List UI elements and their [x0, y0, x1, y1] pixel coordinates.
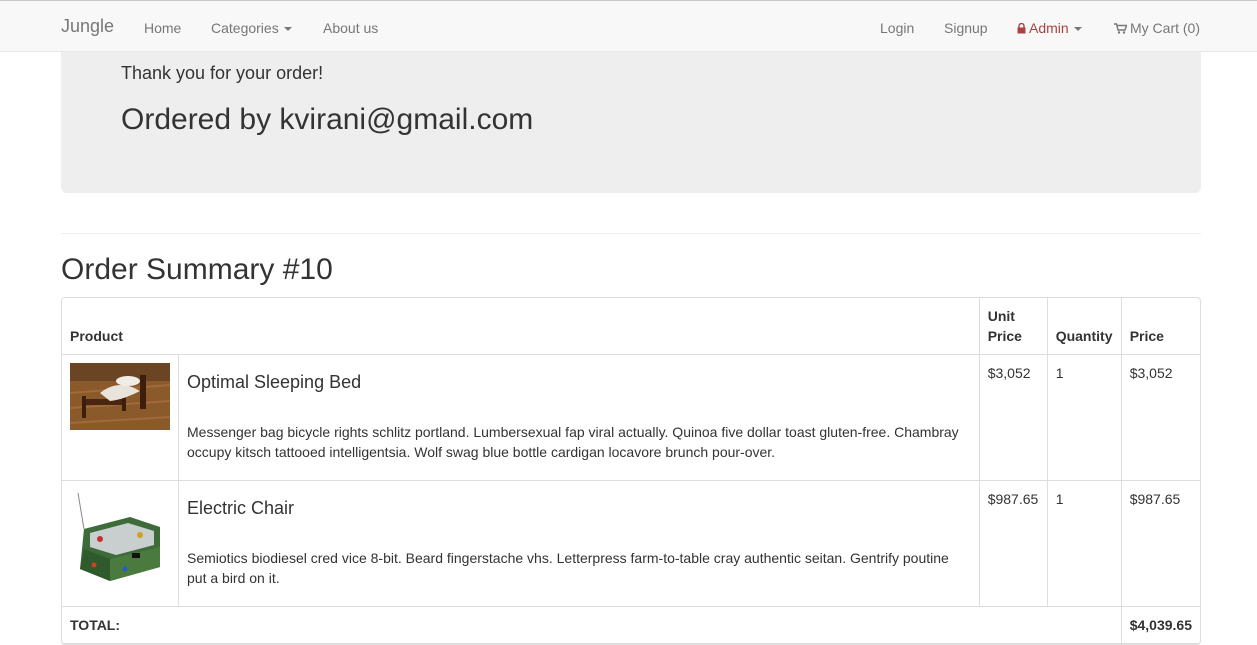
price-cell: $987.65	[1121, 481, 1200, 607]
nav-cart[interactable]: My Cart (0)	[1114, 18, 1200, 38]
product-info-cell: Electric Chair Semiotics biodiesel cred …	[179, 481, 980, 607]
divider	[61, 233, 1201, 234]
brand-link[interactable]: Jungle	[61, 16, 114, 36]
header-unit-price: Unit Price	[979, 298, 1048, 355]
total-label: TOTAL:	[62, 607, 1122, 644]
price-cell: $3,052	[1121, 355, 1200, 481]
table-row: Optimal Sleeping Bed Messenger bag bicyc…	[62, 355, 1200, 481]
navbar: Jungle Home Categories About us Login Si…	[0, 0, 1257, 52]
unit-price-cell: $3,052	[979, 355, 1048, 481]
unit-price-cell: $987.65	[979, 481, 1048, 607]
nav-admin-dropdown[interactable]: Admin	[1017, 18, 1082, 38]
product-image-cell	[62, 355, 179, 481]
total-value: $4,039.65	[1121, 607, 1200, 644]
nav-categories-label: Categories	[211, 20, 279, 36]
caret-down-icon	[1073, 27, 1082, 32]
product-name: Optimal Sleeping Bed	[187, 372, 362, 392]
thank-you-message: Thank you for your order!	[121, 63, 324, 83]
nav-home[interactable]: Home	[144, 18, 181, 38]
product-description: Messenger bag bicycle rights schlitz por…	[187, 424, 959, 460]
header-quantity: Quantity	[1047, 298, 1122, 355]
cart-icon	[1114, 23, 1127, 34]
order-confirmation-panel: Thank you for your order! Ordered by kvi…	[61, 52, 1201, 193]
product-image-cell	[62, 481, 179, 607]
nav-about[interactable]: About us	[323, 18, 378, 38]
nav-categories-dropdown[interactable]: Categories	[211, 18, 292, 38]
quantity-cell: 1	[1047, 355, 1122, 481]
header-product: Product	[62, 298, 980, 355]
nav-login[interactable]: Login	[880, 18, 914, 38]
nav-cart-label: My Cart (0)	[1130, 20, 1200, 36]
product-name: Electric Chair	[187, 498, 295, 518]
nav-signup[interactable]: Signup	[944, 18, 988, 38]
order-summary-title: Order Summary #10	[61, 253, 333, 286]
header-price: Price	[1121, 298, 1200, 355]
caret-down-icon	[283, 27, 292, 32]
product-description: Semiotics biodiesel cred vice 8-bit. Bea…	[187, 550, 949, 586]
lock-icon	[1017, 23, 1026, 34]
nav-admin-label: Admin	[1029, 20, 1069, 36]
product-info-cell: Optimal Sleeping Bed Messenger bag bicyc…	[179, 355, 980, 481]
total-row: TOTAL: $4,039.65	[62, 607, 1200, 644]
chair-image	[70, 489, 170, 589]
table-row: Electric Chair Semiotics biodiesel cred …	[62, 481, 1200, 607]
bed-image	[70, 363, 170, 430]
quantity-cell: 1	[1047, 481, 1122, 607]
ordered-by-heading: Ordered by kvirani@gmail.com	[121, 103, 534, 136]
order-table: Product Unit Price Quantity Price Optima…	[61, 297, 1201, 645]
